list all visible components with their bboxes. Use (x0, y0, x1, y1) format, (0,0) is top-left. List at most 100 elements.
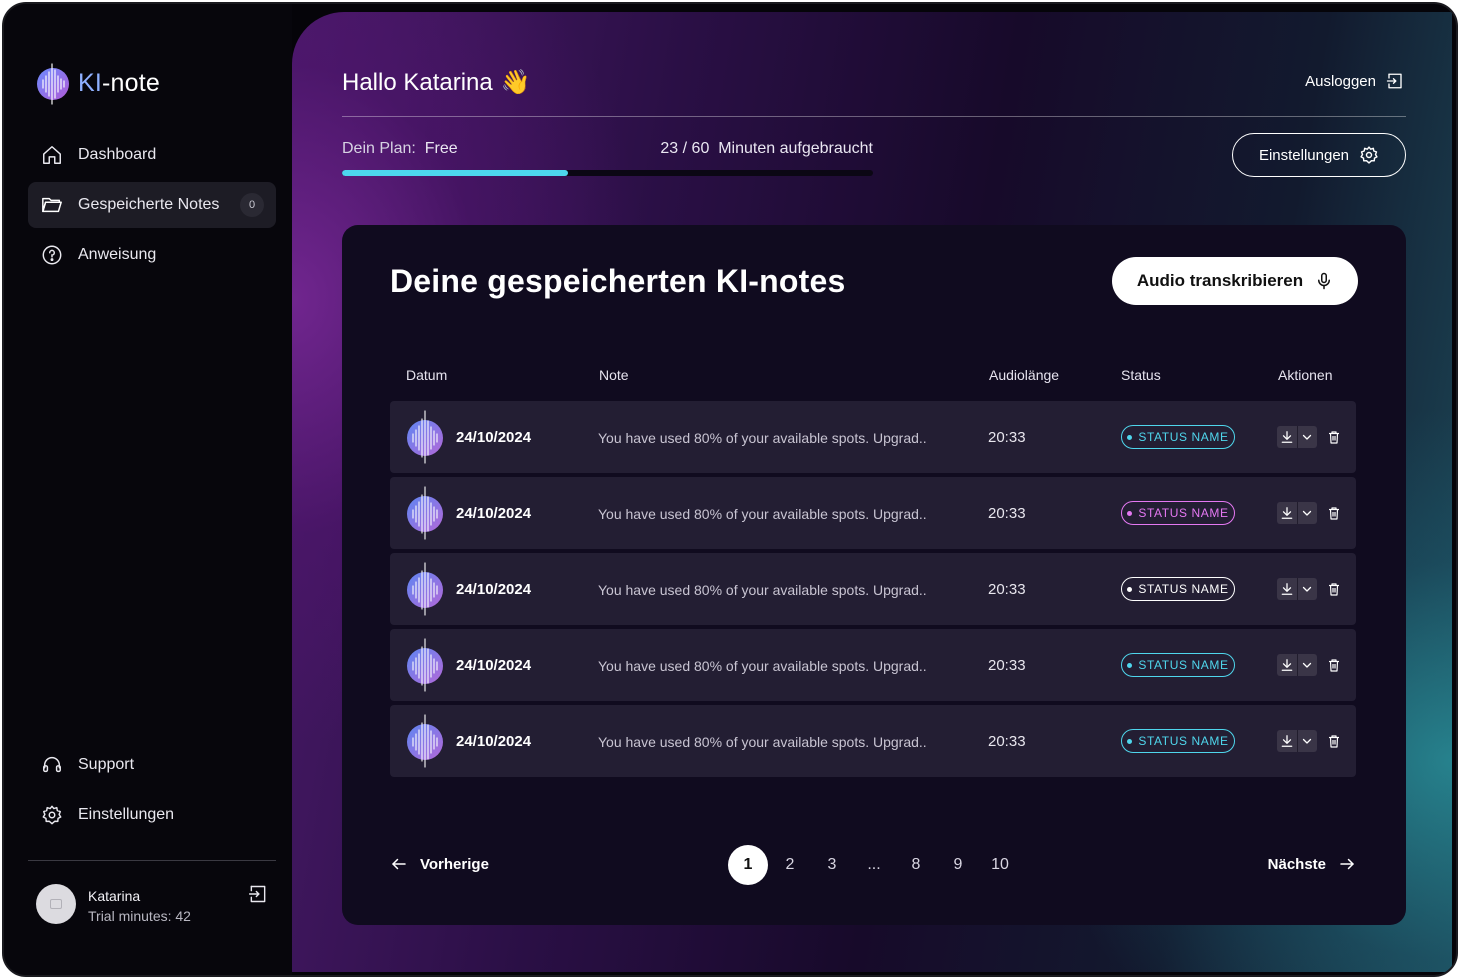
note-date: 24/10/2024 (456, 733, 532, 750)
chevron-down-icon[interactable] (1297, 502, 1317, 524)
waveform-logo-icon (37, 63, 69, 105)
audio-duration: 20:33 (988, 733, 1026, 750)
chevron-down-icon[interactable] (1297, 578, 1317, 600)
sidebar-nav: Dashboard Gespeicherte Notes 0 Anweisung (28, 132, 276, 282)
status-dot (1127, 586, 1133, 592)
column-header-actions: Aktionen (1278, 367, 1333, 383)
user-profile: Katarina Trial minutes: 42 (36, 884, 276, 928)
audio-duration: 20:33 (988, 581, 1026, 598)
sidebar-item-support[interactable]: Support (28, 742, 276, 788)
download-split-button (1277, 730, 1317, 752)
download-icon[interactable] (1277, 502, 1297, 524)
sidebar-item-label: Dashboard (78, 146, 157, 163)
sidebar-item-settings[interactable]: Einstellungen (28, 792, 276, 838)
status-label: STATUS NAME (1138, 582, 1229, 596)
status-label: STATUS NAME (1138, 506, 1229, 520)
folder-icon (40, 193, 64, 217)
gear-icon (40, 803, 64, 827)
page-number-button[interactable]: 1 (728, 845, 768, 885)
note-preview[interactable]: You have used 80% of your available spot… (598, 582, 927, 598)
notes-card: Deine gespeicherten KI-notes Audio trans… (342, 225, 1406, 925)
note-date: 24/10/2024 (456, 429, 532, 446)
page-number-button[interactable]: 9 (938, 845, 978, 885)
page-number-button[interactable]: 8 (896, 845, 936, 885)
page-number-button[interactable]: 2 (770, 845, 810, 885)
arrow-right-icon (1340, 858, 1354, 870)
home-icon (40, 143, 64, 167)
notes-table-body: 24/10/2024 You have used 80% of your avai… (390, 401, 1356, 781)
count-badge: 0 (240, 193, 264, 217)
sidebar-divider (28, 860, 276, 861)
sidebar: KI-note Dashboard Gespeicherte Notes 0 A… (4, 4, 292, 975)
table-row[interactable]: 24/10/2024 You have used 80% of your avai… (390, 705, 1356, 777)
download-icon[interactable] (1277, 730, 1297, 752)
trash-icon[interactable] (1326, 580, 1342, 598)
microphone-icon (1318, 272, 1331, 290)
next-page-button[interactable]: Nächste (1268, 855, 1356, 873)
table-row[interactable]: 24/10/2024 You have used 80% of your avai… (390, 401, 1356, 473)
logout-button[interactable]: Ausloggen (1305, 72, 1404, 90)
audio-duration: 20:33 (988, 429, 1026, 446)
page-number-button[interactable]: 10 (980, 845, 1020, 885)
status-dot (1127, 738, 1133, 744)
logout-icon[interactable] (248, 884, 270, 906)
table-row[interactable]: 24/10/2024 You have used 80% of your avai… (390, 477, 1356, 549)
trash-icon[interactable] (1326, 504, 1342, 522)
next-label: Nächste (1267, 855, 1326, 873)
greeting-text: Hallo Katarina (342, 68, 493, 96)
main-panel: Hallo Katarina 👋 Ausloggen Dein Plan: Fr… (292, 12, 1452, 972)
previous-label: Vorherige (420, 855, 489, 873)
status-dot (1127, 662, 1133, 668)
usage-progress-fill (342, 170, 568, 176)
download-icon[interactable] (1277, 578, 1297, 600)
avatar[interactable] (36, 884, 76, 924)
download-split-button (1277, 578, 1317, 600)
download-icon[interactable] (1277, 654, 1297, 676)
column-header-note[interactable]: Note (599, 367, 629, 383)
column-header-duration[interactable]: Audiolänge (989, 367, 1059, 383)
status-badge: STATUS NAME (1121, 425, 1235, 449)
brand-logo[interactable]: KI-note (34, 60, 160, 106)
table-header: Datum Note Audiolänge Status Aktionen (390, 367, 1356, 387)
trash-icon[interactable] (1326, 732, 1342, 750)
download-split-button (1277, 426, 1317, 448)
status-dot (1127, 510, 1133, 516)
audio-duration: 20:33 (988, 505, 1026, 522)
help-circle-icon (40, 243, 64, 267)
plan-value: Free (424, 140, 458, 157)
logout-icon (1386, 73, 1402, 89)
download-icon[interactable] (1277, 426, 1297, 448)
transcribe-audio-button[interactable]: Audio transkribieren (1112, 257, 1358, 305)
page-title: Deine gespeicherten KI-notes (390, 263, 846, 299)
audio-waveform-icon (404, 409, 446, 465)
sidebar-item-dashboard[interactable]: Dashboard (28, 132, 276, 178)
column-header-date[interactable]: Datum (406, 367, 447, 383)
note-date: 24/10/2024 (456, 657, 532, 674)
trash-icon[interactable] (1326, 656, 1342, 674)
chevron-down-icon[interactable] (1297, 426, 1317, 448)
note-date: 24/10/2024 (456, 581, 532, 598)
headset-icon (40, 753, 64, 777)
settings-button[interactable]: Einstellungen (1232, 133, 1406, 177)
trash-icon[interactable] (1326, 428, 1342, 446)
column-header-status[interactable]: Status (1121, 367, 1161, 383)
download-split-button (1277, 502, 1317, 524)
status-badge: STATUS NAME (1121, 729, 1235, 753)
trial-minutes: Trial minutes: 42 (88, 908, 191, 924)
note-preview[interactable]: You have used 80% of your available spot… (598, 734, 927, 750)
note-preview[interactable]: You have used 80% of your available spot… (598, 430, 927, 446)
status-dot (1127, 434, 1133, 440)
table-row[interactable]: 24/10/2024 You have used 80% of your avai… (390, 629, 1356, 701)
previous-page-button[interactable]: Vorherige (390, 855, 489, 873)
page-number-button[interactable]: 3 (812, 845, 852, 885)
logout-label: Ausloggen (1305, 72, 1376, 90)
note-preview[interactable]: You have used 80% of your available spot… (598, 506, 927, 522)
status-badge: STATUS NAME (1121, 501, 1235, 525)
table-row[interactable]: 24/10/2024 You have used 80% of your avai… (390, 553, 1356, 625)
chevron-down-icon[interactable] (1297, 730, 1317, 752)
sidebar-secondary-nav: Support Einstellungen (28, 742, 276, 842)
note-preview[interactable]: You have used 80% of your available spot… (598, 658, 927, 674)
sidebar-item-saved-notes[interactable]: Gespeicherte Notes 0 (28, 182, 276, 228)
chevron-down-icon[interactable] (1297, 654, 1317, 676)
sidebar-item-anweisung[interactable]: Anweisung (28, 232, 276, 278)
